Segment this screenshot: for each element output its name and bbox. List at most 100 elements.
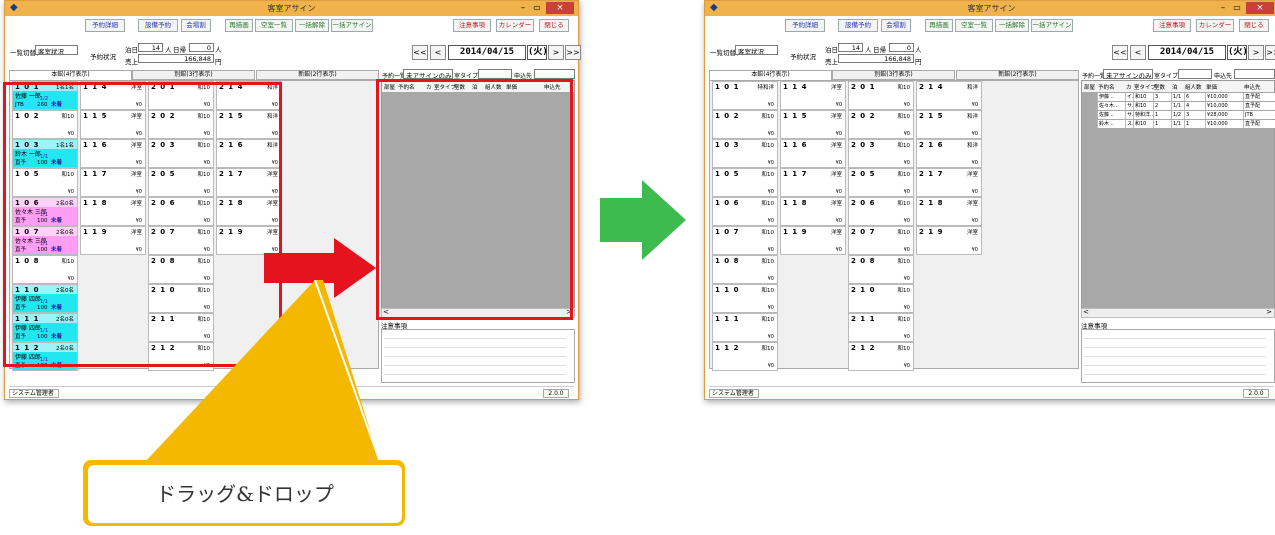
prev-week-button[interactable]: << bbox=[1112, 45, 1128, 60]
toolbar-button[interactable]: カレンダー bbox=[496, 19, 534, 32]
reservation-row[interactable]: 佐々木.. サ.. 和10 2 1/1 4 ¥10,000 直予配 bbox=[1082, 101, 1275, 110]
minimize-icon[interactable]: – bbox=[516, 2, 530, 14]
toolbar-button[interactable]: 一括アサイン bbox=[331, 19, 373, 32]
filter-select[interactable]: 未アサインのみ bbox=[403, 69, 453, 79]
room-cell-215[interactable]: 2 1 5 和洋 ¥0 bbox=[916, 110, 982, 139]
next-week-button[interactable]: >> bbox=[1265, 45, 1275, 60]
room-cell-116[interactable]: 1 1 6 洋室 ¥0 bbox=[780, 139, 846, 168]
room-cell-117[interactable]: 1 1 7 洋室 ¥0 bbox=[780, 168, 846, 197]
column-header[interactable]: 室タイプ bbox=[1134, 83, 1156, 91]
toolbar-button[interactable]: 再描画 bbox=[925, 19, 953, 32]
toolbar-button[interactable]: 注意事項 bbox=[1153, 19, 1191, 32]
room-cell-119[interactable]: 1 1 9 洋室 ¥0 bbox=[780, 226, 846, 255]
reservation-row[interactable]: 鈴木 .. ス.. 和10 1 1/1 1 ¥10,000 直予配 bbox=[1082, 119, 1275, 128]
tab-1[interactable]: 別館(3行表示) bbox=[132, 70, 255, 80]
view-select[interactable]: 客室状況 bbox=[735, 45, 778, 55]
reservation-list[interactable]: 部屋 予約名 カ室タイプ 室数泊組人数 単価 申込先 伊藤 .. イ.. 和10 3 1/1 6 ¥10… bbox=[1081, 80, 1275, 318]
close-icon[interactable]: × bbox=[546, 2, 574, 14]
room-cell-103[interactable]: 1 0 3 和10 ¥0 bbox=[712, 139, 778, 168]
toolbar-button[interactable]: 再描画 bbox=[225, 19, 253, 32]
column-header[interactable]: 単価 bbox=[1206, 83, 1217, 91]
toolbar-button[interactable]: 設備予約 bbox=[838, 19, 878, 32]
room-cell-210[interactable]: 2 1 0 和10 ¥0 bbox=[848, 284, 914, 313]
prev-week-button[interactable]: << bbox=[412, 45, 428, 60]
room-cell-101[interactable]: 1 0 1 特和洋 ¥0 bbox=[712, 81, 778, 110]
room-cell-118[interactable]: 1 1 8 洋室 ¥0 bbox=[780, 197, 846, 226]
toolbar-button[interactable]: 会場割 bbox=[181, 19, 211, 32]
room-cell-216[interactable]: 2 1 6 和洋 ¥0 bbox=[916, 139, 982, 168]
toolbar-button[interactable]: 注意事項 bbox=[453, 19, 491, 32]
room-cell-218[interactable]: 2 1 8 洋室 ¥0 bbox=[916, 197, 982, 226]
tab-0[interactable]: 本館(4行表示) bbox=[9, 70, 132, 80]
column-header[interactable]: 泊 bbox=[1172, 83, 1178, 91]
tab-1[interactable]: 別館(3行表示) bbox=[832, 70, 955, 80]
next-week-button[interactable]: >> bbox=[565, 45, 581, 60]
column-header[interactable]: カ bbox=[1126, 83, 1132, 91]
column-header[interactable]: 組人数 bbox=[1185, 83, 1202, 91]
room-cell-102[interactable]: 1 0 2 和10 ¥0 bbox=[712, 110, 778, 139]
filter-select[interactable]: 未アサインのみ bbox=[1103, 69, 1153, 79]
next-day-button[interactable]: > bbox=[548, 45, 564, 60]
reservation-row[interactable]: 佐藤 .. サ.. 特和洋.. 1 1/2 3 ¥28,000 JTB bbox=[1082, 110, 1275, 119]
room-cell-111[interactable]: 1 1 1 和10 ¥0 bbox=[712, 313, 778, 342]
room-cell-205[interactable]: 2 0 5 和10 ¥0 bbox=[848, 168, 914, 197]
room-cell-206[interactable]: 2 0 6 和10 ¥0 bbox=[848, 197, 914, 226]
view-select[interactable]: 客室状況 bbox=[35, 45, 78, 55]
room-type-select[interactable] bbox=[478, 69, 512, 79]
room-cell-108[interactable]: 1 0 8 和10 ¥0 bbox=[712, 255, 778, 284]
tab-2[interactable]: 新館(2行表示) bbox=[956, 70, 1079, 80]
room-type-select[interactable] bbox=[1178, 69, 1212, 79]
room-cell-201[interactable]: 2 0 1 和10 ¥0 bbox=[848, 81, 914, 110]
tab-0[interactable]: 本館(4行表示) bbox=[709, 70, 832, 80]
room-cell-214[interactable]: 2 1 4 和洋 ¥0 bbox=[916, 81, 982, 110]
toolbar-button[interactable]: 一括解除 bbox=[995, 19, 1029, 32]
reservation-cell: 3 bbox=[1185, 111, 1206, 119]
maximize-icon[interactable]: ▭ bbox=[530, 2, 544, 14]
column-header[interactable]: 室数 bbox=[1154, 83, 1165, 91]
tab-2[interactable]: 新館(2行表示) bbox=[256, 70, 379, 80]
toolbar-button[interactable]: 空室一覧 bbox=[955, 19, 993, 32]
toolbar-button[interactable]: 予約詳細 bbox=[785, 19, 825, 32]
room-cell-112[interactable]: 1 1 2 和10 ¥0 bbox=[712, 342, 778, 371]
reservation-row[interactable]: 伊藤 .. イ.. 和10 3 1/1 6 ¥10,000 直予配 bbox=[1082, 92, 1275, 101]
toolbar-button[interactable]: 空室一覧 bbox=[255, 19, 293, 32]
notes-area[interactable] bbox=[1081, 329, 1275, 383]
column-header[interactable]: 部屋 bbox=[1084, 83, 1095, 91]
scroll-right-icon[interactable]: > bbox=[1266, 308, 1272, 316]
toolbar-button[interactable]: 閉じる bbox=[539, 19, 569, 32]
minimize-icon[interactable]: – bbox=[1216, 2, 1230, 14]
room-cell-208[interactable]: 2 0 8 和10 ¥0 bbox=[848, 255, 914, 284]
prev-day-button[interactable]: < bbox=[430, 45, 446, 60]
scroll-left-icon[interactable]: < bbox=[1083, 308, 1089, 316]
toolbar-button[interactable]: 閉じる bbox=[1239, 19, 1269, 32]
room-cell-211[interactable]: 2 1 1 和10 ¥0 bbox=[848, 313, 914, 342]
toolbar-button[interactable]: 設備予約 bbox=[138, 19, 178, 32]
room-number: 1 1 4 bbox=[783, 83, 808, 91]
room-cell-212[interactable]: 2 1 2 和10 ¥0 bbox=[848, 342, 914, 371]
column-header[interactable]: 申込先 bbox=[1244, 83, 1261, 91]
room-cell-114[interactable]: 1 1 4 洋室 ¥0 bbox=[780, 81, 846, 110]
toolbar-button[interactable]: 一括アサイン bbox=[1031, 19, 1073, 32]
room-cell-202[interactable]: 2 0 2 和10 ¥0 bbox=[848, 110, 914, 139]
prev-day-button[interactable]: < bbox=[1130, 45, 1146, 60]
room-cell-207[interactable]: 2 0 7 和10 ¥0 bbox=[848, 226, 914, 255]
column-header[interactable]: 予約名 bbox=[1098, 83, 1115, 91]
room-cell-217[interactable]: 2 1 7 洋室 ¥0 bbox=[916, 168, 982, 197]
close-icon[interactable]: × bbox=[1246, 2, 1274, 14]
room-cell-115[interactable]: 1 1 5 洋室 ¥0 bbox=[780, 110, 846, 139]
maximize-icon[interactable]: ▭ bbox=[1230, 2, 1244, 14]
room-cell-107[interactable]: 1 0 7 和10 ¥0 bbox=[712, 226, 778, 255]
toolbar-button[interactable]: 一括解除 bbox=[295, 19, 329, 32]
room-cell-106[interactable]: 1 0 6 和10 ¥0 bbox=[712, 197, 778, 226]
toolbar-button[interactable]: カレンダー bbox=[1196, 19, 1234, 32]
room-cell-110[interactable]: 1 1 0 和10 ¥0 bbox=[712, 284, 778, 313]
horizontal-scrollbar[interactable]: < > bbox=[1081, 308, 1275, 318]
room-cell-105[interactable]: 1 0 5 和10 ¥0 bbox=[712, 168, 778, 197]
applicant-select[interactable] bbox=[1234, 69, 1275, 79]
room-cell-203[interactable]: 2 0 3 和10 ¥0 bbox=[848, 139, 914, 168]
applicant-select[interactable] bbox=[534, 69, 575, 79]
next-day-button[interactable]: > bbox=[1248, 45, 1264, 60]
toolbar-button[interactable]: 会場割 bbox=[881, 19, 911, 32]
toolbar-button[interactable]: 予約詳細 bbox=[85, 19, 125, 32]
room-cell-219[interactable]: 2 1 9 洋室 ¥0 bbox=[916, 226, 982, 255]
